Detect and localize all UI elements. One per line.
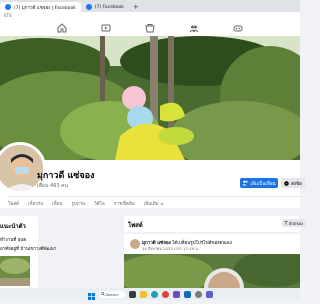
tab-more-label: เพิ่มเติม xyxy=(143,202,159,207)
filter-icon xyxy=(284,221,288,225)
mail-icon[interactable] xyxy=(183,290,191,298)
intro-location: อาศัยอยู่ที่ บ้านเขาวงศ์พัฒนา xyxy=(0,247,57,252)
filters-button[interactable]: ตัวกรอง xyxy=(282,219,306,227)
intro-work: ทำงานที่ อบต. xyxy=(0,238,28,243)
photo-thumbnail-image xyxy=(0,256,30,286)
posts-title: โพสต์ xyxy=(128,222,143,229)
tab-checkins[interactable]: การเช็คอิน xyxy=(114,200,135,207)
new-tab-button[interactable]: + xyxy=(133,3,139,12)
posts-header xyxy=(124,216,300,232)
intro-title: แนะนำตัว xyxy=(0,223,26,230)
photo-thumbnail[interactable] xyxy=(0,256,30,286)
marketplace-icon[interactable] xyxy=(143,22,157,34)
taskbar-search-label: Search xyxy=(105,291,119,297)
post-image[interactable] xyxy=(124,254,300,292)
tab-label: (7) Facebook xyxy=(94,4,124,10)
cover-photo-image xyxy=(0,36,300,160)
profile-name: มุกาวดี แซ่จอง xyxy=(37,171,95,181)
file-explorer-icon[interactable] xyxy=(139,290,147,298)
settings-icon[interactable] xyxy=(194,290,202,298)
add-friend-button[interactable]: เพิ่มเป็นเพื่อน xyxy=(240,178,278,188)
tab-more[interactable]: เพิ่มเติม xyxy=(144,200,164,207)
address-bar[interactable]: ETS xyxy=(0,12,300,20)
facebook-favicon-icon xyxy=(85,4,92,10)
post-author-line: มุกาวดี แซ่จอง ได้เปลี่ยนรูปโปรไฟล์ของตน… xyxy=(142,239,232,246)
tab-label: (7) มุกาวดี แซ่จอง | Facebook xyxy=(14,5,76,11)
gaming-icon[interactable] xyxy=(231,22,245,34)
add-friend-label: เพิ่มเป็นเพื่อน xyxy=(250,181,276,187)
messenger-icon xyxy=(284,180,289,186)
browser-tab-profile[interactable]: (7) มุกาวดี แซ่จอง | Facebook xyxy=(0,2,81,12)
cover-photo[interactable] xyxy=(0,36,300,160)
tab-about[interactable]: เกี่ยวกับ xyxy=(28,200,43,207)
add-friend-icon xyxy=(242,180,249,186)
tab-videos[interactable]: วิดีโอ xyxy=(94,200,105,207)
browser-tab-strip: (7) มุกาวดี แซ่จอง | Facebook (7) Facebo… xyxy=(0,0,300,12)
browser-tab-facebook[interactable]: (7) Facebook xyxy=(81,2,129,12)
edge-icon[interactable] xyxy=(150,290,158,298)
facebook-favicon-icon xyxy=(5,4,11,10)
message-button[interactable]: ส่งข้อ xyxy=(281,178,305,188)
home-icon[interactable] xyxy=(55,22,69,34)
post-date[interactable]: 19 สิงหาคม 2023 เวลา 17:19 น. xyxy=(142,246,199,252)
chrome-icon[interactable] xyxy=(161,290,169,298)
profile-tabs: โพสต์ เกี่ยวกับ เพื่อน รูปภาพ วิดีโอ การ… xyxy=(8,200,164,207)
windows-icon[interactable] xyxy=(87,285,95,304)
message-label: ส่งข้อ xyxy=(291,181,302,187)
filters-label: ตัวกรอง xyxy=(289,220,303,226)
friends-count[interactable]: เพื่อน 463 คน xyxy=(37,182,68,190)
search-icon xyxy=(100,292,105,296)
post-author-avatar[interactable] xyxy=(130,239,140,249)
video-icon[interactable] xyxy=(99,22,113,34)
chevron-down-icon xyxy=(160,202,164,205)
store-icon[interactable] xyxy=(172,290,180,298)
teams-icon[interactable] xyxy=(205,290,213,298)
tab-friends[interactable]: เพื่อน xyxy=(52,200,62,207)
task-view-icon[interactable] xyxy=(128,290,136,298)
facebook-top-nav xyxy=(0,20,300,37)
windows-taskbar: Search xyxy=(0,288,300,300)
post-image-picture xyxy=(124,254,300,292)
tab-posts[interactable]: โพสต์ xyxy=(8,200,19,207)
tab-photos[interactable]: รูปภาพ xyxy=(71,200,85,207)
taskbar-search[interactable]: Search xyxy=(98,290,125,298)
groups-icon[interactable] xyxy=(187,22,201,34)
profile-divider xyxy=(8,196,300,197)
